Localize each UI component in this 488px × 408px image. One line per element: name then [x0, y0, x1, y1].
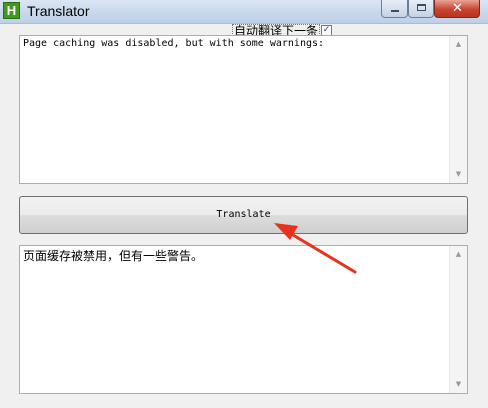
scroll-up-arrow-icon[interactable]: ▲: [450, 36, 467, 53]
translate-button[interactable]: Translate: [19, 196, 468, 234]
source-scrollbar[interactable]: ▲ ▼: [449, 36, 467, 183]
source-text: Page caching was disabled, but with some…: [23, 38, 325, 49]
minimize-icon: [391, 10, 399, 12]
scroll-up-arrow-icon[interactable]: ▲: [450, 246, 467, 263]
window-title: Translator: [27, 3, 90, 19]
close-icon: ✕: [452, 1, 463, 16]
close-button[interactable]: ✕: [434, 0, 480, 18]
scroll-down-arrow-icon[interactable]: ▼: [450, 376, 467, 393]
maximize-button[interactable]: [408, 0, 434, 18]
result-scrollbar[interactable]: ▲ ▼: [449, 246, 467, 393]
minimize-button[interactable]: [381, 0, 408, 18]
source-text-area[interactable]: Page caching was disabled, but with some…: [19, 35, 468, 184]
app-icon: H: [3, 2, 20, 19]
result-text: 页面缓存被禁用，但有一些警告。: [23, 249, 204, 263]
result-text-area[interactable]: 页面缓存被禁用，但有一些警告。 ▲ ▼: [19, 245, 468, 394]
title-bar: H Translator ✕: [0, 0, 488, 24]
maximize-icon: [417, 4, 426, 11]
scroll-down-arrow-icon[interactable]: ▼: [450, 166, 467, 183]
